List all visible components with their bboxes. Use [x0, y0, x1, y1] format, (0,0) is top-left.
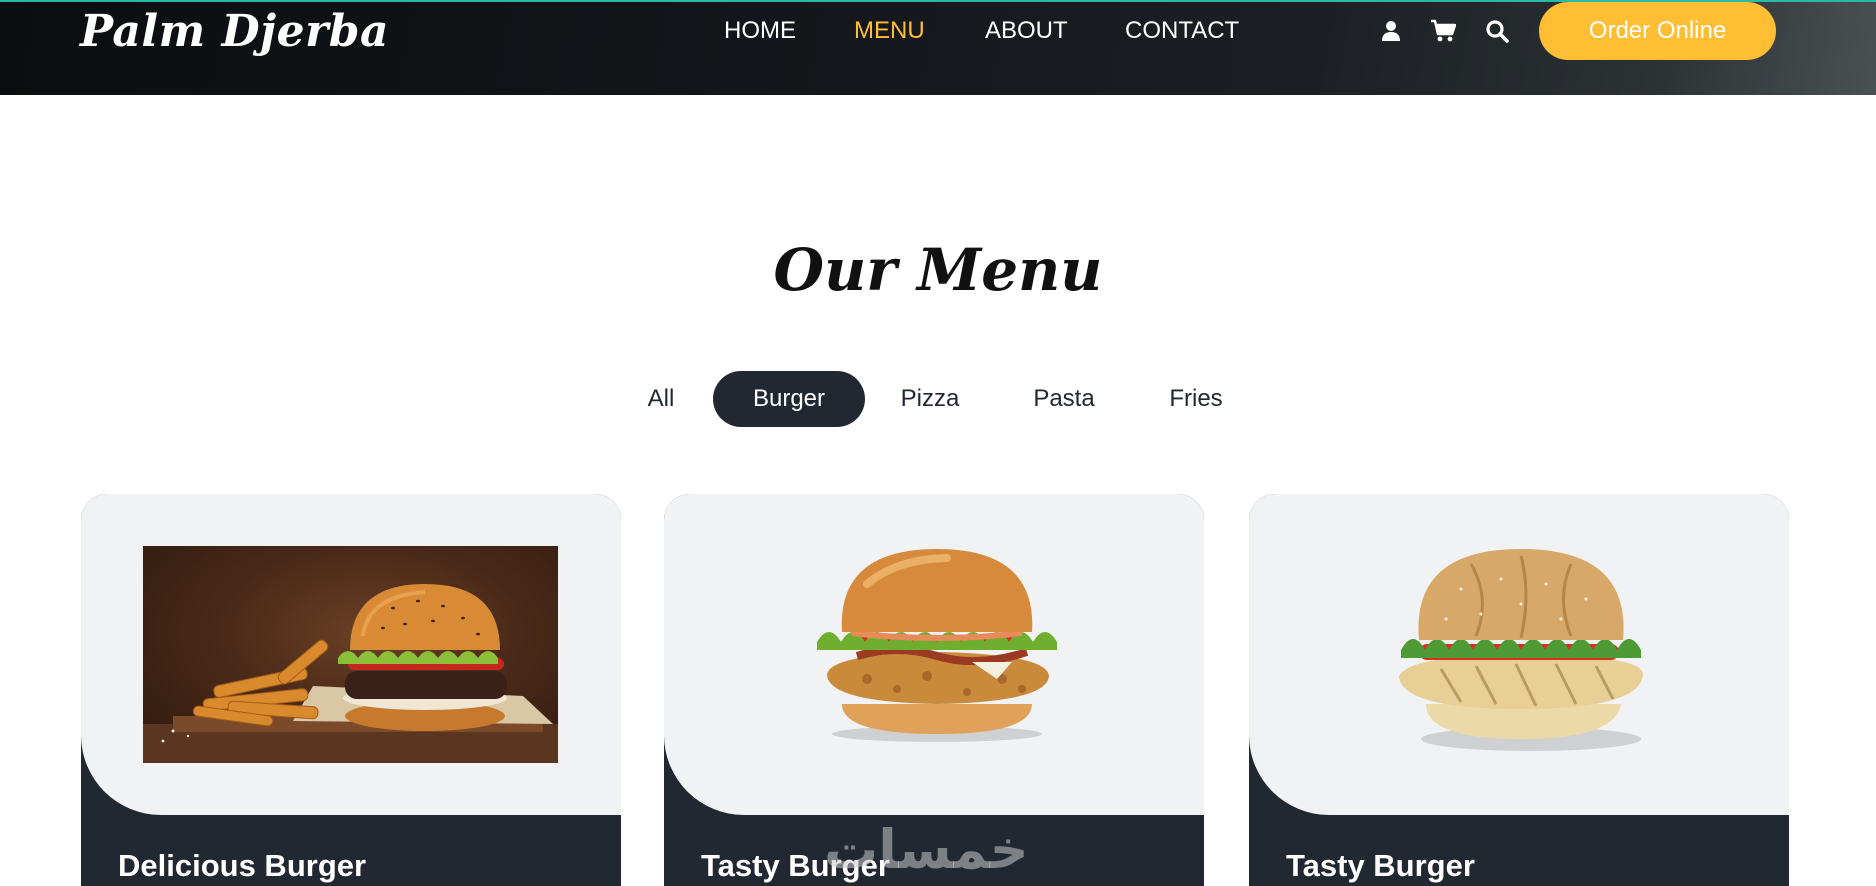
menu-card[interactable]: Delicious Burger	[81, 494, 621, 886]
filter-pasta[interactable]: Pasta	[1022, 371, 1106, 427]
menu-card[interactable]: Tasty Burger	[1249, 494, 1789, 886]
watermark-logo: خمسات	[824, 820, 1029, 880]
card-image-box	[664, 494, 1204, 815]
filter-fries[interactable]: Fries	[1162, 371, 1230, 427]
filter-all[interactable]: All	[632, 371, 690, 427]
filter-burger[interactable]: Burger	[713, 371, 865, 427]
nav-menu[interactable]: MENU	[854, 12, 925, 50]
order-online-button[interactable]: Order Online	[1539, 2, 1776, 60]
site-logo[interactable]: Palm Djerba	[80, 4, 389, 60]
cart-icon[interactable]	[1429, 16, 1457, 46]
card-image-box	[1249, 494, 1789, 815]
nav-home[interactable]: HOME	[724, 12, 796, 50]
nav-contact[interactable]: CONTACT	[1125, 12, 1239, 50]
search-icon[interactable]	[1483, 16, 1511, 46]
menu-section-title: Our Menu	[773, 236, 1103, 304]
crispy-burger-image	[817, 549, 1057, 742]
burger-photo-image	[143, 546, 558, 763]
filter-pizza[interactable]: Pizza	[885, 371, 975, 427]
card-title: Delicious Burger	[118, 848, 367, 883]
menu-filters: All Burger Pizza Pasta Fries	[0, 371, 1876, 427]
user-icon[interactable]	[1377, 16, 1405, 46]
card-image-box	[81, 494, 621, 815]
nav-about[interactable]: ABOUT	[985, 12, 1068, 50]
site-header: Palm Djerba HOME MENU ABOUT CONTACT Orde…	[0, 0, 1876, 95]
card-title: Tasty Burger	[1286, 848, 1475, 883]
grilled-burger-image	[1399, 549, 1643, 751]
